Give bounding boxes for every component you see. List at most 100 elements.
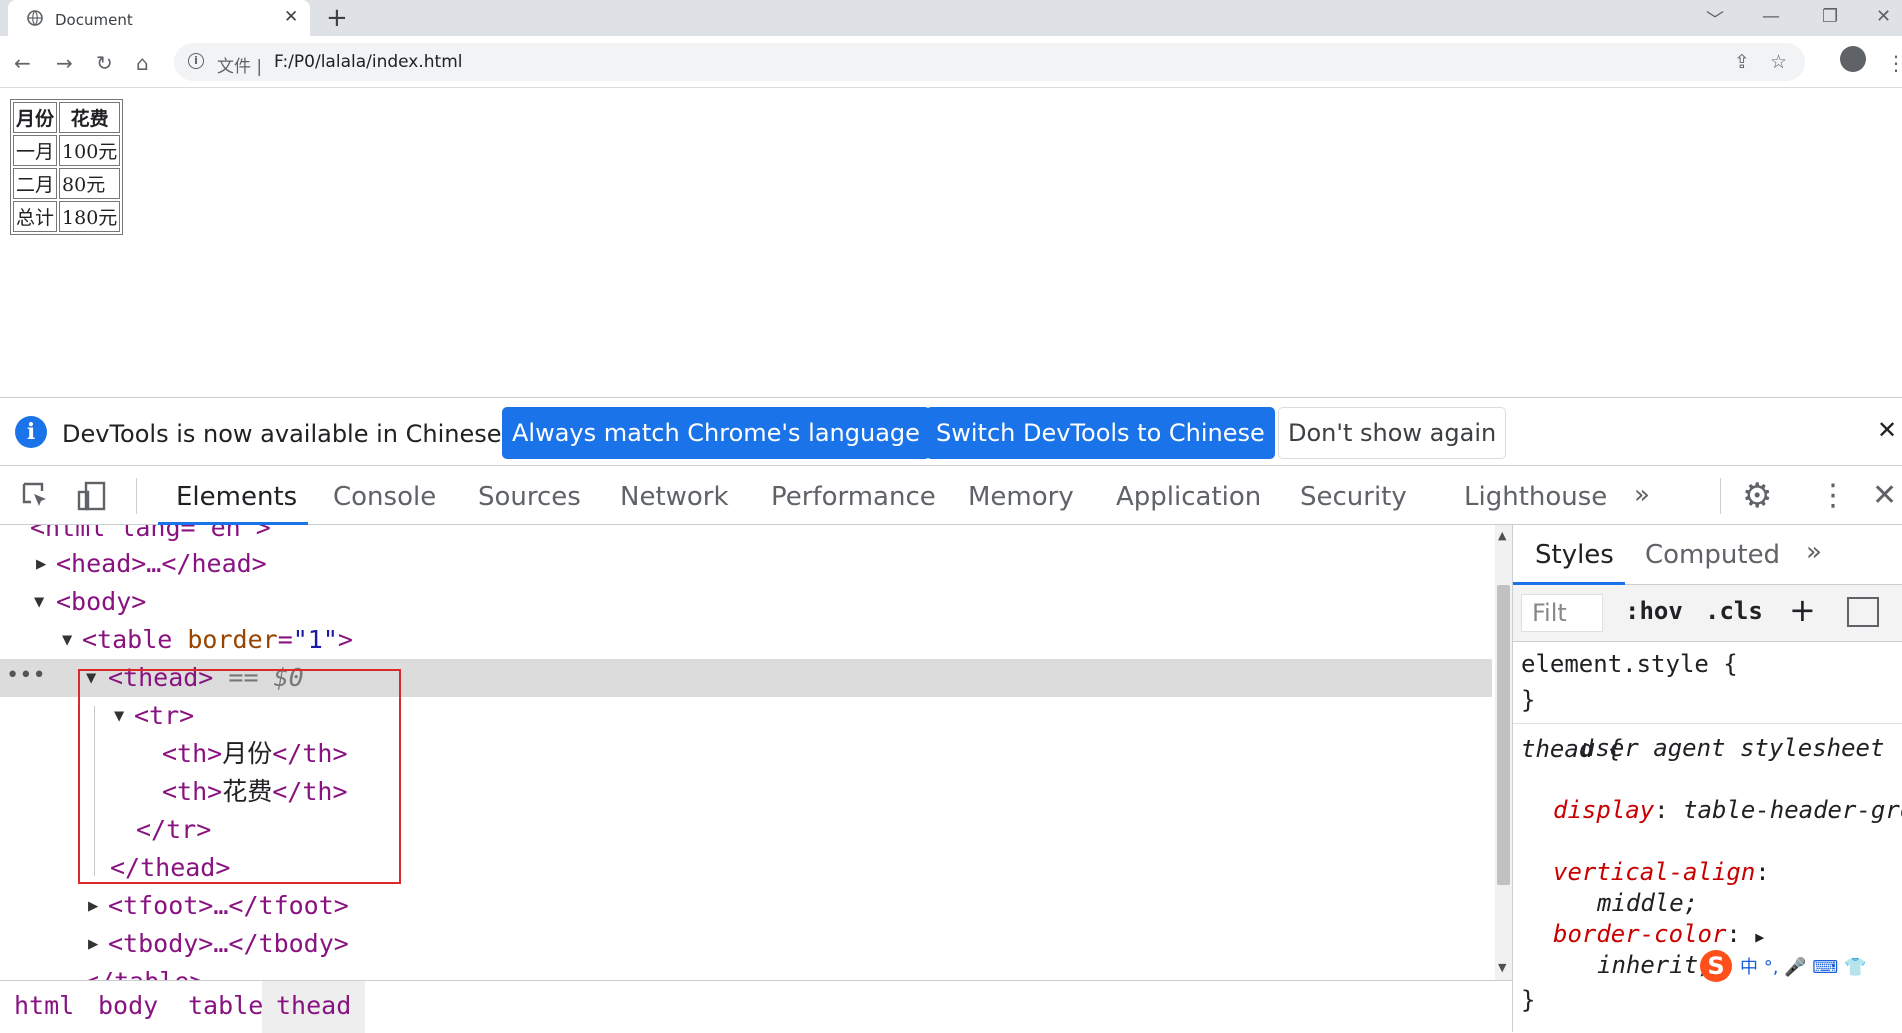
scroll-up-arrow-icon[interactable]: ▲	[1498, 529, 1506, 542]
table-cell: 二月	[13, 168, 58, 199]
dom-node-table[interactable]: ▼ <table border="1">	[0, 621, 1492, 659]
tab-network[interactable]: Network	[620, 482, 729, 512]
style-declaration[interactable]: vertical-align:	[1553, 858, 1770, 886]
collapse-triangle-icon[interactable]: ▼	[34, 583, 44, 621]
expense-table: 月份 花费 一月 100元 二月 80元 总计 180元	[10, 99, 124, 235]
expand-triangle-icon[interactable]: ▶	[88, 925, 98, 963]
chrome-menu-icon[interactable]: ⋮	[1886, 51, 1902, 75]
dom-node-body[interactable]: ▼ <body>	[0, 583, 1492, 621]
more-tabs-chevron-icon[interactable]: »	[1806, 537, 1822, 567]
site-info-icon[interactable]: i	[188, 53, 204, 69]
dom-tag-text: <head>…</head>	[56, 549, 267, 578]
inspect-element-icon[interactable]	[20, 480, 52, 512]
style-property-value: table-header-group;	[1683, 796, 1902, 824]
breadcrumb-html[interactable]: html	[0, 981, 88, 1033]
dom-tag-text: <body>	[56, 587, 147, 616]
minimize-button[interactable]: —	[1762, 6, 1780, 27]
tab-lighthouse[interactable]: Lighthouse	[1464, 482, 1607, 512]
more-tabs-chevron-icon[interactable]: »	[1634, 480, 1650, 510]
infobar-close-icon[interactable]: ✕	[1877, 416, 1897, 444]
reload-icon[interactable]: ↻	[96, 51, 113, 75]
tab-styles[interactable]: Styles	[1535, 540, 1614, 570]
devtools-menu-icon[interactable]: ⋮	[1818, 478, 1848, 513]
expand-shorthand-triangle-icon[interactable]: ▶	[1755, 928, 1764, 946]
dom-node-html[interactable]: <html lang="en">	[0, 525, 1492, 547]
element-style-rule: element.style { }	[1513, 642, 1902, 724]
dom-tag-text: <tfoot>…</tfoot>	[108, 891, 349, 920]
new-tab-button[interactable]: +	[326, 3, 348, 33]
close-window-button[interactable]: ✕	[1876, 6, 1891, 27]
dom-node-tfoot[interactable]: ▶ <tfoot>…</tfoot>	[0, 887, 1492, 925]
dom-tree-scrollbar[interactable]: ▲ ▼	[1495, 525, 1512, 980]
table-header-cell: 月份	[13, 102, 58, 133]
file-scheme-label: 文件 |	[217, 57, 263, 77]
url-text[interactable]: F:/P0/lalala/index.html	[274, 52, 463, 72]
tab-memory[interactable]: Memory	[968, 482, 1074, 512]
dom-breadcrumb-bar: html body table thead	[0, 980, 1512, 1033]
tab-search-icon[interactable]: ﹀	[1706, 6, 1724, 32]
dont-show-again-button[interactable]: Don't show again	[1278, 407, 1507, 459]
device-toolbar-icon[interactable]	[76, 480, 108, 512]
restore-button[interactable]: ❐	[1822, 6, 1838, 27]
breadcrumb-body[interactable]: body	[84, 981, 172, 1033]
tab-console[interactable]: Console	[333, 482, 436, 512]
always-match-language-button[interactable]: Always match Chrome's language	[502, 407, 930, 459]
tab-sources[interactable]: Sources	[478, 482, 581, 512]
style-property-value: inherit;	[1597, 951, 1713, 979]
ime-status-glyphs[interactable]: 中 °, 🎤 ⌨ 👕	[1740, 953, 1866, 979]
globe-icon	[27, 10, 43, 26]
dom-tag-text: <table	[82, 625, 173, 654]
table-header-row: 月份 花费	[13, 102, 121, 133]
hover-state-toggle[interactable]: :hov	[1625, 597, 1683, 625]
scroll-down-arrow-icon[interactable]: ▼	[1498, 961, 1506, 974]
dom-attr-value: "1"	[292, 625, 338, 654]
declaration-colon: :	[1654, 796, 1684, 824]
dom-tag-text: <tbody>…</tbody>	[108, 929, 349, 958]
forward-icon[interactable]: →	[56, 51, 73, 75]
address-bar[interactable]: i 文件 | F:/P0/lalala/index.html ⇪ ☆	[174, 43, 1805, 81]
tab-elements[interactable]: Elements	[176, 482, 297, 512]
dom-node-tbody[interactable]: ▶ <tbody>…</tbody>	[0, 925, 1492, 963]
element-style-selector[interactable]: element.style {	[1521, 650, 1738, 678]
tab-security[interactable]: Security	[1300, 482, 1407, 512]
class-toggle[interactable]: .cls	[1705, 597, 1763, 625]
breadcrumb-thead[interactable]: thead	[262, 981, 366, 1033]
back-icon[interactable]: ←	[14, 51, 31, 75]
ime-toolbar[interactable]: S 中 °, 🎤 ⌨ 👕	[1700, 950, 1866, 984]
sogou-ime-logo-icon[interactable]: S	[1700, 950, 1732, 982]
toggle-sidebar-icon[interactable]	[1847, 597, 1879, 627]
node-actions-ellipsis-icon[interactable]: •••	[6, 659, 46, 693]
dom-node-head[interactable]: ▶ <head>…</head>	[0, 545, 1492, 583]
user-agent-rule: thead { user agent stylesheet display: t…	[1513, 724, 1902, 1032]
table-row: 总计 180元	[13, 201, 121, 232]
style-declaration[interactable]: border-color: ▶	[1553, 920, 1764, 948]
scrollbar-thumb[interactable]	[1497, 585, 1510, 885]
tab-strip: Document ✕ + ﹀ — ❐ ✕	[0, 0, 1902, 36]
tab-close-icon[interactable]: ✕	[284, 7, 298, 27]
tab-application[interactable]: Application	[1116, 482, 1261, 512]
table-header-cell: 花费	[59, 102, 121, 133]
style-declaration[interactable]: display: table-header-group;	[1553, 796, 1902, 824]
devtools-language-infobar: i DevTools is now available in Chinese! …	[0, 397, 1902, 466]
info-icon: i	[15, 416, 47, 448]
tab-performance[interactable]: Performance	[771, 482, 936, 512]
infobar-message: DevTools is now available in Chinese!	[62, 420, 512, 448]
dom-node-table-close[interactable]: </table>	[0, 963, 1492, 980]
new-style-rule-icon[interactable]: +	[1789, 591, 1816, 629]
toolbar-divider	[136, 478, 137, 514]
expand-triangle-icon[interactable]: ▶	[36, 545, 46, 583]
table-cell: 100元	[59, 135, 121, 166]
collapse-triangle-icon[interactable]: ▼	[62, 621, 72, 659]
tab-computed[interactable]: Computed	[1645, 540, 1780, 570]
settings-gear-icon[interactable]: ⚙	[1742, 476, 1772, 516]
expand-triangle-icon[interactable]: ▶	[88, 887, 98, 925]
share-icon[interactable]: ⇪	[1734, 51, 1750, 73]
rule-close-brace: }	[1521, 686, 1536, 714]
styles-filter-input[interactable]: Filt	[1521, 594, 1603, 632]
browser-tab[interactable]: Document ✕	[8, 0, 310, 36]
switch-to-chinese-button[interactable]: Switch DevTools to Chinese	[926, 407, 1275, 459]
devtools-close-icon[interactable]: ✕	[1872, 478, 1897, 513]
home-icon[interactable]: ⌂	[136, 51, 149, 75]
profile-avatar[interactable]	[1840, 46, 1866, 72]
bookmark-star-icon[interactable]: ☆	[1770, 51, 1787, 73]
